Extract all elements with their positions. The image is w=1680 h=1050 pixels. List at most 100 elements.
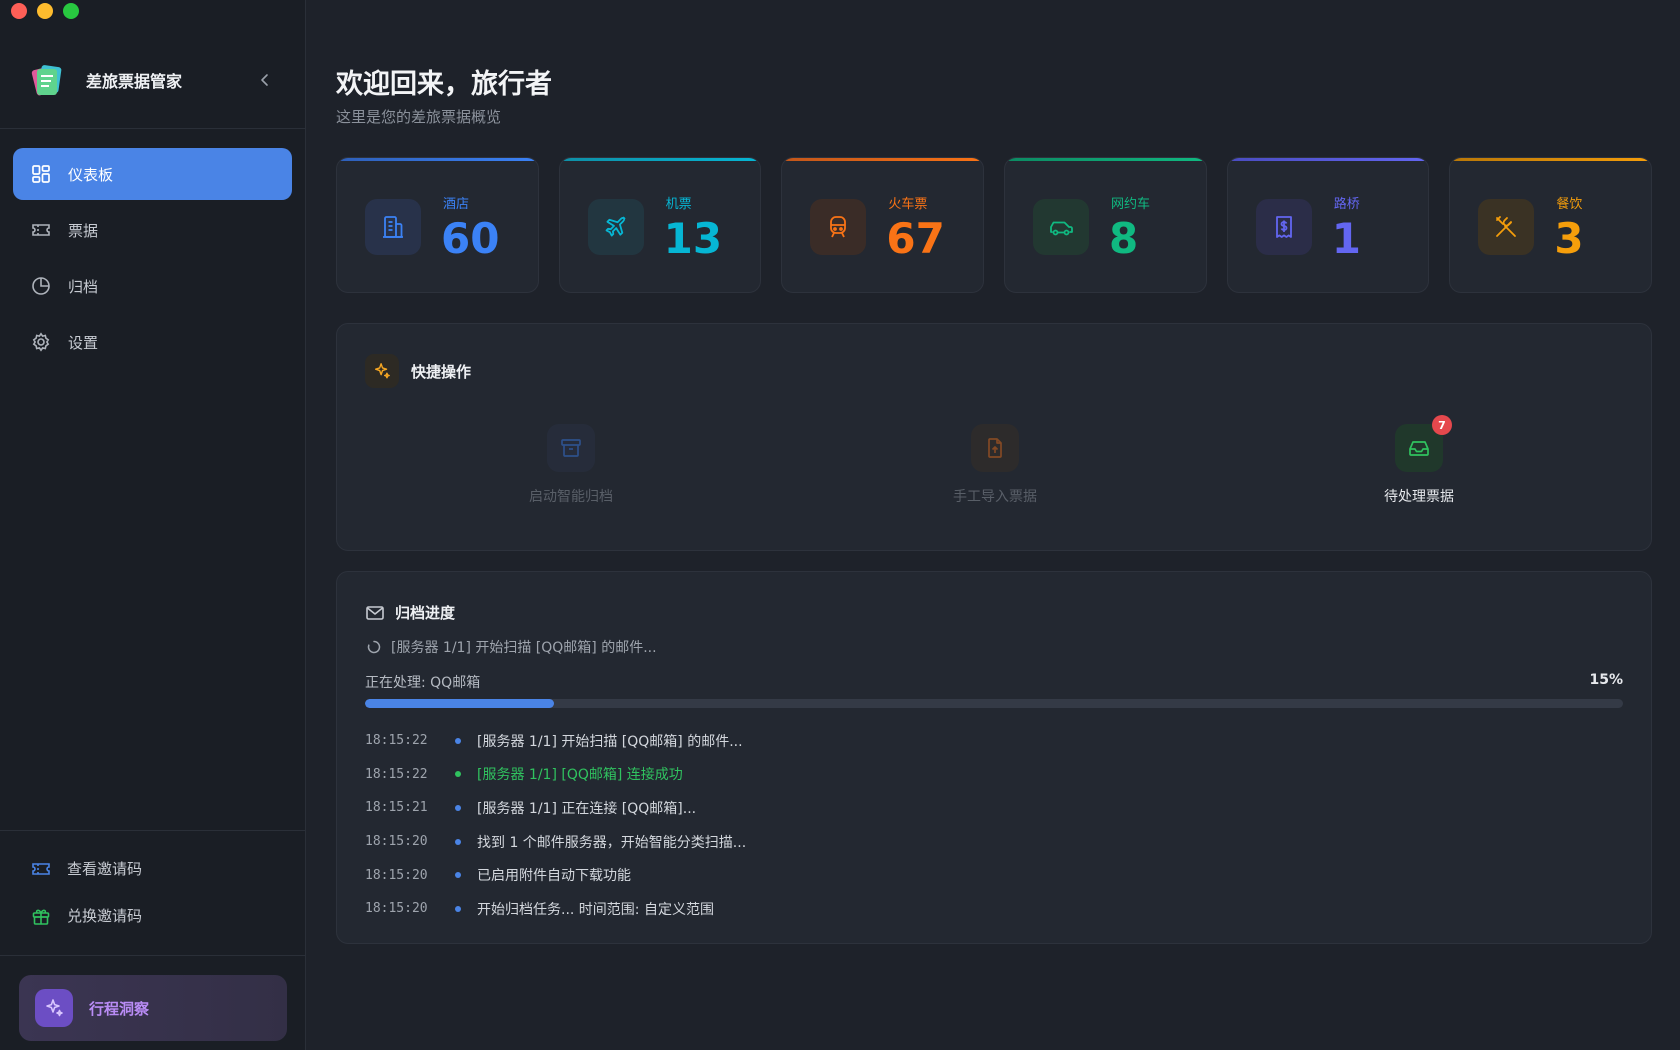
processing-label: 正在处理: QQ邮箱 [365, 675, 481, 691]
file-upload-icon [971, 424, 1019, 472]
building-icon [365, 199, 421, 255]
stat-value: 3 [1554, 214, 1584, 263]
brand: 差旅票据管家 [28, 58, 277, 102]
sparkle-icon [365, 354, 399, 388]
close-window-button[interactable] [11, 3, 27, 19]
stat-card-flight[interactable]: 机票 13 [558, 157, 762, 293]
minimize-window-button[interactable] [37, 3, 53, 19]
stat-card-ride-hailing[interactable]: 网约车 8 [1004, 157, 1207, 293]
ticket-icon [30, 219, 52, 241]
app-window: 差旅票据管家 仪表板 票据 归档 设置 查看邀请码 兑换邀请码 行程洞察 欢迎回… [0, 0, 1680, 1050]
log-message: [服务器 1/1] 正在连接 [QQ邮箱]... [477, 800, 697, 817]
sidebar-divider [0, 830, 305, 831]
sidebar-item-dashboard[interactable]: 仪表板 [13, 148, 292, 200]
view-invite-code-link[interactable]: 查看邀请码 [30, 845, 280, 892]
archive-progress-title: 归档进度 [395, 604, 456, 622]
sidebar-item-label: 归档 [68, 277, 99, 296]
loading-spinner-icon [367, 640, 381, 654]
manual-import-label: 手工导入票据 [953, 489, 1037, 505]
redeem-invite-code-label: 兑换邀请码 [67, 907, 143, 925]
log-message: [服务器 1/1] 开始扫描 [QQ邮箱] 的邮件... [477, 733, 743, 750]
archive-progress-header: 归档进度 [365, 602, 455, 623]
sidebar-item-label: 设置 [68, 333, 99, 352]
log-entry: 18:15:20 找到 1 个邮件服务器，开始智能分类扫描... [365, 825, 1625, 859]
log-dot [455, 737, 461, 744]
main-content: 欢迎回来，旅行者 这里是您的差旅票据概览 酒店 60 机票 13 火车票 67 … [336, 0, 1653, 1050]
archive-status-text: [服务器 1/1] 开始扫描 [QQ邮箱] 的邮件... [391, 640, 657, 656]
inbox-icon: 7 [1395, 415, 1452, 472]
stat-card-dining[interactable]: 餐饮 3 [1449, 157, 1653, 293]
log-entry: 18:15:20 开始归档任务... 时间范围: 自定义范围 [365, 892, 1625, 926]
log-time: 18:15:22 [365, 733, 428, 749]
log-message: 找到 1 个邮件服务器，开始智能分类扫描... [477, 834, 747, 851]
trip-insight-label: 行程洞察 [89, 999, 150, 1018]
redeem-invite-code-link[interactable]: 兑换邀请码 [30, 892, 280, 939]
pending-count-badge: 7 [1432, 415, 1452, 435]
collapse-sidebar-button[interactable] [253, 68, 277, 92]
stat-card-hotel[interactable]: 酒店 60 [336, 157, 539, 293]
log-dot [455, 838, 461, 845]
start-smart-archive-button[interactable]: 启动智能归档 [471, 424, 671, 506]
page-title: 欢迎回来，旅行者 [336, 69, 552, 100]
stat-accent-bar [1005, 158, 1206, 161]
stat-label: 路桥 [1333, 197, 1360, 212]
sidebar-item-settings[interactable]: 设置 [13, 316, 292, 368]
stat-value: 8 [1109, 214, 1139, 263]
quick-actions-title: 快捷操作 [411, 362, 472, 381]
receipt-icon [1255, 199, 1312, 255]
stat-card-train[interactable]: 火车票 67 [781, 157, 985, 293]
stats-row: 酒店 60 机票 13 火车票 67 网约车 8 路桥 1 餐饮 3 [336, 157, 1653, 293]
progress-bar [365, 699, 1623, 708]
sidebar-item-tickets[interactable]: 票据 [13, 204, 292, 256]
trip-insight-button[interactable]: 行程洞察 [19, 975, 287, 1041]
stat-accent-bar [1450, 158, 1652, 161]
stat-card-toll[interactable]: 路桥 1 [1226, 157, 1430, 293]
log-dot [455, 804, 461, 811]
utensils-icon [1478, 199, 1535, 255]
log-message: 开始归档任务... 时间范围: 自定义范围 [477, 901, 714, 918]
stat-label: 网约车 [1111, 197, 1151, 212]
stat-label: 机票 [665, 197, 692, 212]
log-time: 18:15:21 [365, 800, 428, 816]
log-message: [服务器 1/1] [QQ邮箱] 连接成功 [477, 767, 683, 784]
log-time: 18:15:22 [365, 766, 428, 782]
sidebar-item-label: 票据 [68, 221, 99, 240]
log-dot [455, 905, 461, 912]
app-logo-icon [31, 65, 62, 96]
dashboard-icon [30, 163, 52, 185]
window-controls [11, 3, 79, 19]
log-entry: 18:15:20 已启用附件自动下载功能 [365, 858, 1625, 892]
log-entry: 18:15:21 [服务器 1/1] 正在连接 [QQ邮箱]... [365, 791, 1625, 825]
stat-accent-bar [1227, 158, 1429, 161]
sidebar-item-archive[interactable]: 归档 [13, 260, 292, 312]
archive-icon [547, 424, 595, 472]
manual-import-button[interactable]: 手工导入票据 [895, 424, 1095, 506]
quick-actions-list: 启动智能归档 手工导入票据 7 待处理票据 [337, 415, 1653, 524]
pie-chart-icon [30, 275, 52, 297]
stat-accent-bar [559, 158, 761, 161]
pending-tickets-label: 待处理票据 [1384, 489, 1454, 505]
log-entry: 18:15:22 [服务器 1/1] [QQ邮箱] 连接成功 [365, 758, 1625, 792]
log-time: 18:15:20 [365, 867, 428, 883]
stat-label: 酒店 [443, 197, 470, 212]
archive-log: 18:15:22 [服务器 1/1] 开始扫描 [QQ邮箱] 的邮件... 18… [365, 724, 1625, 926]
archive-status: [服务器 1/1] 开始扫描 [QQ邮箱] 的邮件... [367, 637, 657, 657]
progress-bar-fill [365, 699, 554, 708]
stat-value: 67 [886, 214, 945, 263]
view-invite-code-label: 查看邀请码 [67, 860, 143, 878]
pending-tickets-button[interactable]: 7 待处理票据 [1319, 415, 1519, 506]
stat-label: 餐饮 [1556, 197, 1583, 212]
sidebar-divider [0, 128, 305, 129]
sidebar-bottom-links: 查看邀请码 兑换邀请码 [30, 845, 280, 939]
stat-value: 13 [663, 214, 723, 263]
sparkle-icon [35, 989, 73, 1027]
stat-label: 火车票 [888, 197, 928, 212]
start-smart-archive-label: 启动智能归档 [529, 489, 613, 505]
log-entry: 18:15:22 [服务器 1/1] 开始扫描 [QQ邮箱] 的邮件... [365, 724, 1625, 758]
archive-progress-panel: 归档进度 [服务器 1/1] 开始扫描 [QQ邮箱] 的邮件... 正在处理: … [336, 571, 1652, 944]
train-icon [810, 199, 867, 255]
app-title: 差旅票据管家 [86, 72, 183, 91]
maximize-window-button[interactable] [63, 3, 79, 19]
sidebar-item-label: 仪表板 [68, 165, 114, 184]
mail-icon [366, 605, 384, 620]
